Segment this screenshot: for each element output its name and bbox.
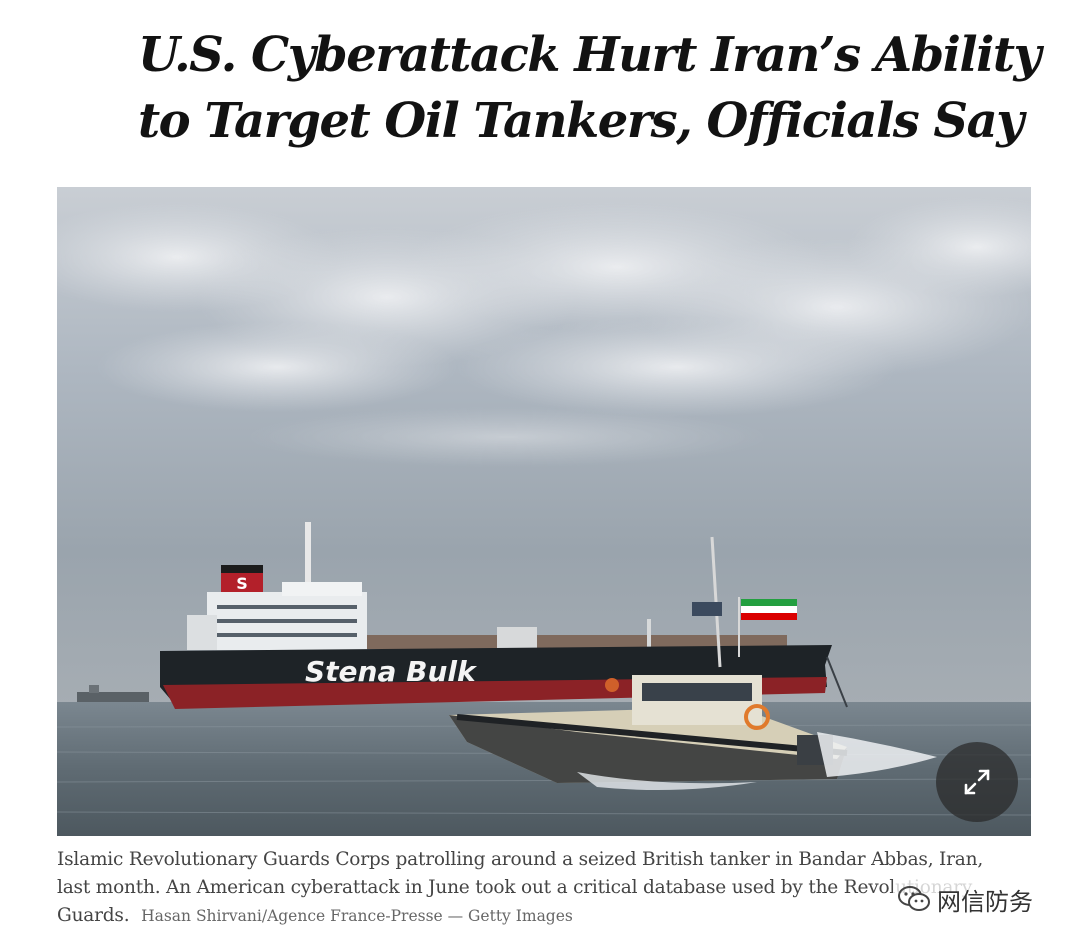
article-headline: U.S. Cyberattack Hurt Iran’s Ability to … [138, 22, 1041, 154]
tanker-photo-illustration: S Stena Bulk [57, 187, 1031, 836]
wechat-icon [898, 886, 930, 911]
watermark-text: 网信防务 [937, 887, 1033, 916]
expand-image-button[interactable] [936, 742, 1018, 822]
tanker-hull-name: Stena Bulk [305, 655, 478, 688]
tanker-logo-letter: S [236, 574, 248, 593]
source-watermark: 网信防务 [893, 878, 1041, 920]
headline-line-2: to Target Oil Tankers, Officials Say [138, 93, 1024, 149]
article-photo: S Stena Bulk [57, 187, 1031, 836]
headline-line-1: U.S. Cyberattack Hurt Iran’s Ability [138, 27, 1041, 83]
photo-credit: Hasan Shirvani/Agence France-Presse — Ge… [141, 907, 573, 925]
photo-caption: Islamic Revolutionary Guards Corps patro… [57, 846, 987, 930]
expand-arrows-icon [964, 769, 990, 795]
